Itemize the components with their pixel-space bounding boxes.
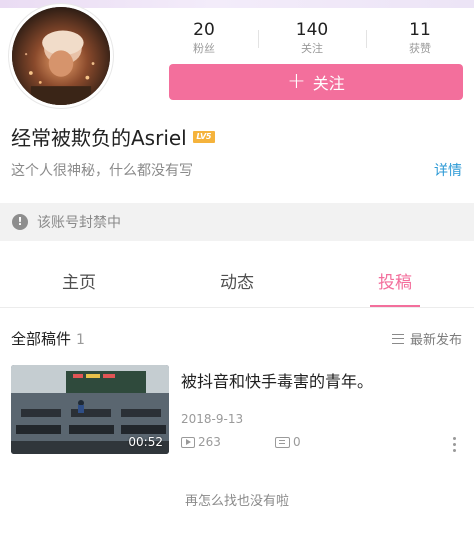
sort-button[interactable]: 最新发布: [391, 329, 462, 348]
comment-icon: [275, 436, 290, 448]
video-list-item[interactable]: 00:52 被抖音和快手毒害的青年。 2018-9-13 263 0: [11, 365, 466, 457]
view-count-value: 263: [198, 435, 221, 449]
stat-value: 20: [193, 20, 215, 40]
submissions-header: 全部稿件 1: [11, 328, 85, 349]
stat-likes[interactable]: 11 获赞: [366, 20, 474, 60]
level-badge: LV5: [192, 130, 215, 143]
stat-label: 粉丝: [193, 42, 215, 55]
video-title: 被抖音和快手毒害的青年。: [181, 372, 374, 391]
stat-label: 关注: [301, 42, 323, 55]
plus-icon: +: [287, 69, 306, 94]
follow-label: 关注: [312, 74, 345, 93]
video-thumbnail[interactable]: 00:52: [11, 365, 169, 454]
avatar-image: [12, 7, 110, 105]
details-link[interactable]: 详情: [434, 160, 462, 180]
user-name: 经常被欺负的Asriel: [11, 126, 187, 150]
end-of-list-hint: 再怎么找也没有啦: [184, 494, 289, 509]
comment-count: 0: [275, 435, 301, 449]
video-date: 2018-9-13: [181, 412, 244, 426]
tab-dynamics[interactable]: 动态: [158, 258, 316, 307]
user-bio: 这个人很神秘，什么都没有写: [11, 163, 193, 179]
tab-home[interactable]: 主页: [0, 258, 158, 307]
sort-lines-icon: [391, 333, 404, 344]
stat-value: 140: [295, 20, 329, 40]
stat-fans[interactable]: 20 粉丝: [150, 20, 258, 60]
play-count-icon: [181, 436, 195, 448]
ban-notice: ! 该账号封禁中: [0, 203, 474, 241]
section-gap: [0, 241, 474, 257]
avatar[interactable]: [9, 4, 113, 108]
ban-notice-text: 该账号封禁中: [37, 215, 121, 231]
name-row: 经常被欺负的Asriel LV5: [11, 122, 215, 151]
warning-icon: !: [12, 214, 28, 230]
video-duration: 00:52: [128, 435, 163, 449]
sort-label: 最新发布: [409, 333, 462, 348]
tab-submissions[interactable]: 投稿: [316, 258, 474, 307]
profile-tabs: 主页 动态 投稿: [0, 258, 474, 308]
submissions-count: 1: [76, 332, 85, 348]
stat-following[interactable]: 140 关注: [258, 20, 366, 60]
submissions-title: 全部稿件: [11, 330, 72, 348]
follow-button[interactable]: + 关注: [169, 64, 463, 100]
profile-stats: 20 粉丝 140 关注 11 获赞: [150, 20, 474, 60]
stat-value: 11: [409, 20, 431, 40]
comment-count-value: 0: [293, 435, 301, 449]
more-options-icon[interactable]: [452, 437, 456, 455]
stat-label: 获赞: [409, 42, 431, 55]
view-count: 263: [181, 435, 221, 449]
